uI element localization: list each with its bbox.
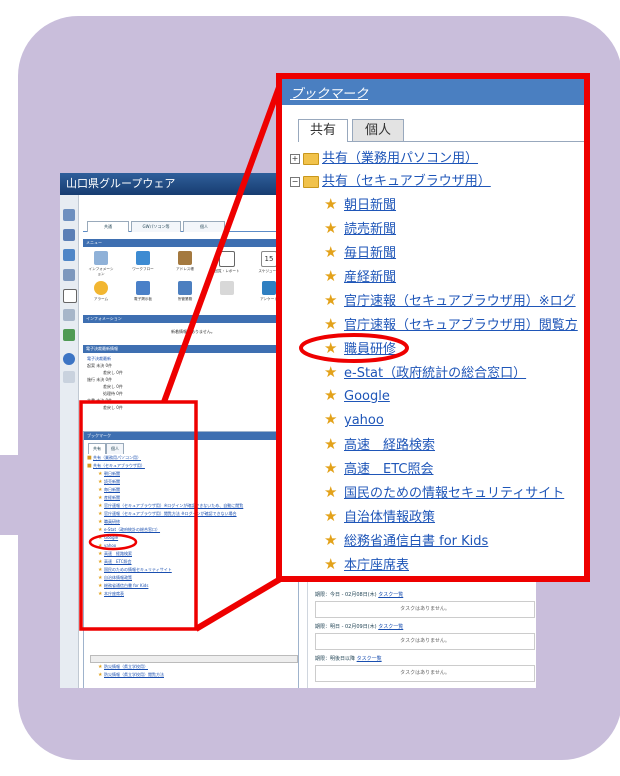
callout-line-bottom	[194, 575, 284, 632]
small-highlight-box	[79, 400, 198, 631]
bookmark-zoom-panel: ブックマーク 共有 個人 + 共有（業務用パソコン用） − 共有（セキュアブラウザ用…	[276, 73, 590, 582]
highlight-oval-layer	[299, 333, 409, 363]
callout-line-top	[161, 77, 285, 404]
small-highlight-oval	[88, 533, 138, 551]
highlight-oval	[299, 333, 409, 363]
